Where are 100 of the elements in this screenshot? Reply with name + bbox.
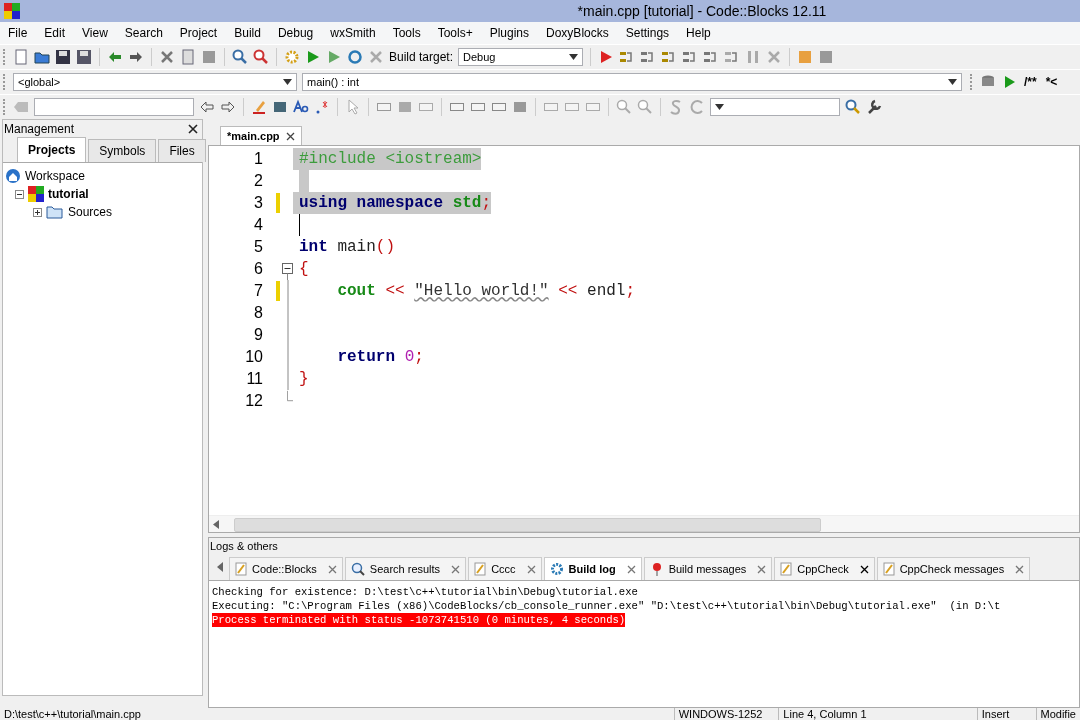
log-line: Executing: "C:\Program Files (x86)\CodeBlocks/cb_console_runner.exe" "D:\test\c++\tutorial\bin\Debug\tutorial.exe" (in D:\t [212, 599, 1002, 613]
build-run-icon[interactable] [326, 49, 342, 65]
redo-icon[interactable] [128, 49, 144, 65]
panel-tab[interactable]: Projects [17, 137, 87, 162]
tree-item[interactable]: Sources [68, 205, 113, 219]
code-line: return 0; [336, 347, 424, 368]
code-line: cout << "Hello world!" << endl; [336, 281, 636, 302]
line-number: 3 [253, 194, 263, 212]
search-icon [350, 562, 365, 576]
window-title: *main.cpp [tutorial] - Code::Blocks 12.11 [576, 3, 828, 19]
status-text: Insert [976, 708, 1036, 720]
tree-item[interactable]: tutorial [48, 187, 89, 201]
dropdown-arrow-icon[interactable] [569, 54, 579, 60]
log-tab[interactable]: CppCheck messages [876, 557, 1031, 580]
open-folder-icon[interactable] [34, 49, 50, 65]
dropdown-arrow-icon[interactable] [283, 79, 292, 85]
status-text: D:\test\c++\tutorial\main.cpp [3, 708, 142, 720]
replace-icon[interactable] [253, 49, 269, 65]
copy-icon[interactable] [180, 49, 196, 65]
menu-item[interactable]: Plugins [481, 26, 539, 40]
code-line: { [298, 259, 309, 280]
abort-icon[interactable] [368, 49, 384, 65]
stop-icon[interactable] [766, 49, 783, 65]
scroll-left-icon[interactable] [213, 519, 219, 529]
search-field[interactable] [34, 98, 194, 116]
status-text: WINDOWS-1252 [673, 708, 779, 720]
scroll-left-icon[interactable] [217, 562, 223, 572]
cut-icon[interactable] [159, 49, 175, 65]
menu-item[interactable]: File [0, 26, 37, 40]
line-number: 6 [253, 260, 263, 278]
font-icon[interactable] [293, 99, 309, 115]
menu-item[interactable]: Search [116, 26, 172, 40]
zoom-in-icon[interactable] [616, 99, 632, 115]
line-number: 7 [253, 282, 263, 300]
line-number: 1 [253, 150, 263, 168]
menu-item[interactable]: wxSmith [322, 26, 385, 40]
menu-item[interactable]: Help [678, 26, 720, 40]
c-glyph-icon[interactable] [689, 99, 705, 115]
menu-item[interactable]: Edit [36, 26, 75, 40]
line-number: 9 [253, 326, 263, 344]
function-dropdown[interactable]: main() : int [302, 73, 962, 91]
log-tab[interactable]: Build messages [643, 557, 773, 580]
code-line: } [298, 369, 309, 390]
menu-item[interactable]: Tools+ [429, 26, 482, 40]
menu-item[interactable]: Settings [617, 26, 679, 40]
close-icon[interactable] [188, 124, 198, 134]
log-tab[interactable]: Build log [543, 557, 642, 580]
forward-arrow-icon[interactable] [220, 99, 236, 115]
doc-comment-button[interactable]: *< [1043, 75, 1060, 89]
code-line: int main() [298, 237, 395, 258]
run-icon[interactable] [305, 49, 321, 65]
tree-item[interactable]: Workspace [25, 169, 85, 183]
menu-item[interactable]: View [74, 26, 117, 40]
menu-item[interactable]: Tools [384, 26, 430, 40]
line-number: 5 [253, 238, 263, 256]
expander-icon[interactable] [15, 189, 24, 199]
log-tab[interactable]: Cccc [468, 557, 542, 580]
expander-icon[interactable] [33, 207, 42, 217]
pencil-note-icon [235, 562, 247, 576]
dropdown-arrow-icon[interactable] [948, 79, 957, 85]
pencil-note-icon [780, 562, 793, 576]
folder-icon [46, 205, 64, 219]
search-icon[interactable] [845, 99, 861, 115]
menu-item[interactable]: Project [171, 26, 227, 40]
line-number: 11 [245, 370, 263, 388]
menu-item[interactable]: Build [226, 26, 270, 40]
save-icon[interactable] [55, 49, 71, 65]
wrench-icon[interactable] [866, 99, 882, 115]
code-editor[interactable]: 1 #include <iostream> 2 3 using namespace std; 4 5 int main() 6 { 7 cout << "Hello world!" << endl; 8 9 10 return 0; 11 } 12 [208, 145, 1080, 533]
log-tab[interactable]: Search results [344, 557, 467, 580]
close-icon[interactable] [859, 564, 869, 574]
scrollbar-thumb[interactable] [234, 518, 821, 532]
save-all-icon[interactable] [76, 49, 92, 65]
pencil-note-icon [882, 562, 895, 576]
project-icon [28, 186, 44, 202]
panel-title: Management [4, 122, 75, 136]
gear-icon[interactable] [284, 49, 300, 65]
menu-item[interactable]: DoxyBlocks [538, 26, 618, 40]
zoom-out-icon[interactable] [637, 99, 653, 115]
doc-comment-button[interactable]: /** [1022, 75, 1039, 89]
panel-title: Logs & others [209, 538, 1079, 554]
build-target-dropdown[interactable]: Debug [458, 48, 584, 66]
search-icon[interactable] [232, 49, 248, 65]
back-arrow-icon[interactable] [199, 99, 215, 115]
highlight-icon[interactable] [251, 99, 267, 115]
close-icon[interactable] [285, 131, 295, 141]
dropdown-arrow-icon[interactable] [715, 104, 724, 110]
line-number: 12 [244, 392, 263, 410]
panel-tab[interactable]: Symbols [88, 139, 157, 162]
line-number: 4 [253, 216, 263, 234]
new-file-icon[interactable] [13, 49, 29, 65]
line-number: 8 [253, 304, 263, 322]
log-tab[interactable]: Code::Blocks [229, 557, 343, 580]
pointer-icon[interactable] [345, 99, 361, 115]
scope-dropdown[interactable]: <global> [13, 73, 297, 91]
panel-tab[interactable]: Files [158, 139, 206, 162]
log-tab[interactable]: CppCheck [774, 557, 875, 580]
editor-tab[interactable]: *main.cpp [220, 126, 302, 145]
app-logo-icon [4, 3, 20, 19]
menu-item[interactable]: Debug [269, 26, 323, 40]
